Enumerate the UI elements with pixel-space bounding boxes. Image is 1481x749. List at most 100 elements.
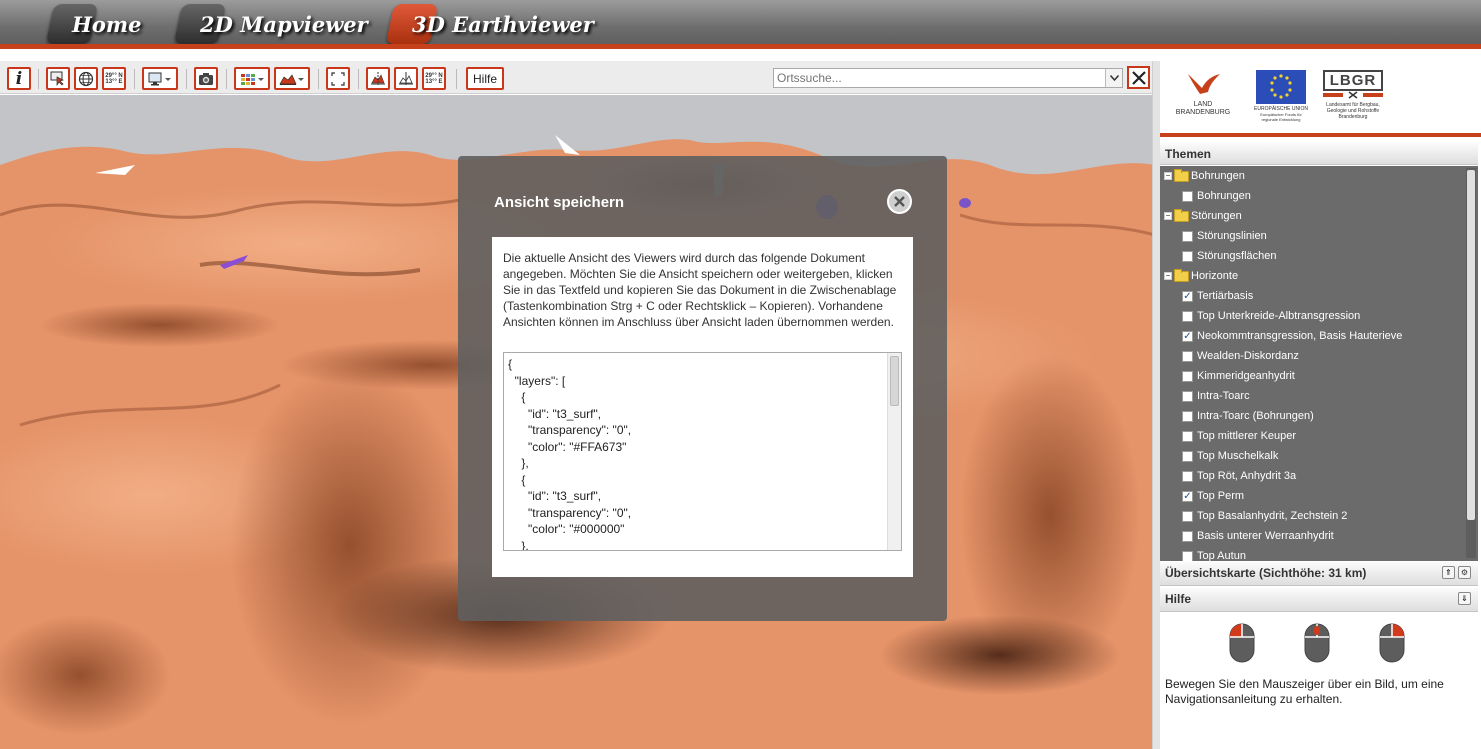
tree-layer[interactable]: Basis unterer Werraanhydrit bbox=[1160, 526, 1466, 546]
layer-checkbox[interactable] bbox=[1182, 190, 1193, 202]
scrollbar-thumb[interactable] bbox=[1467, 170, 1475, 520]
dialog-description: Die aktuelle Ansicht des Viewers wird du… bbox=[503, 251, 897, 329]
layer-checkbox[interactable] bbox=[1182, 450, 1193, 462]
clear-search-button[interactable] bbox=[1127, 66, 1150, 89]
tree-item-label: Neokommtransgression, Basis Hauterieve bbox=[1197, 330, 1403, 342]
tree-item-label: Horizonte bbox=[1191, 270, 1239, 282]
layer-checkbox[interactable] bbox=[1182, 250, 1193, 262]
layer-checkbox[interactable]: ✓ bbox=[1182, 490, 1193, 502]
panel-splitter[interactable] bbox=[1152, 61, 1160, 749]
settings-gear-icon[interactable]: ⚙ bbox=[1458, 566, 1471, 579]
layer-checkbox[interactable] bbox=[1182, 390, 1193, 402]
tree-layer[interactable]: Top Basalanhydrit, Zechstein 2 bbox=[1160, 506, 1466, 526]
layer-checkbox[interactable] bbox=[1182, 530, 1193, 542]
tree-layer[interactable]: Wealden-Diskordanz bbox=[1160, 346, 1466, 366]
tab-3d-earthviewer[interactable]: 3D Earthviewer bbox=[385, 4, 594, 44]
tab-2d-mapviewer[interactable]: 2D Mapviewer bbox=[173, 4, 368, 44]
tree-layer[interactable]: Bohrungen bbox=[1160, 186, 1466, 206]
layer-checkbox[interactable]: ✓ bbox=[1182, 290, 1193, 302]
collapse-toggle-icon[interactable]: − bbox=[1164, 272, 1172, 280]
coordinates-button[interactable]: 29°° N 13°° E bbox=[102, 67, 126, 90]
tree-layer[interactable]: Störungslinien bbox=[1160, 226, 1466, 246]
tree-layer[interactable]: ✓ Neokommtransgression, Basis Hauterieve bbox=[1160, 326, 1466, 346]
screenshot-button[interactable] bbox=[194, 67, 218, 90]
overview-map-header[interactable]: Übersichtskarte (Sichthöhe: 31 km) ⇑ ⚙ bbox=[1160, 562, 1478, 586]
layer-checkbox[interactable] bbox=[1182, 410, 1193, 422]
layer-grid-dropdown-button[interactable] bbox=[234, 67, 270, 90]
full-extent-button[interactable] bbox=[326, 67, 350, 90]
tree-item-label: Top mittlerer Keuper bbox=[1197, 430, 1297, 442]
toolbar-divider bbox=[134, 69, 135, 89]
toolbar-divider bbox=[456, 69, 457, 89]
tree-layer[interactable]: Top Röt, Anhydrit 3a bbox=[1160, 466, 1466, 486]
view-document-text[interactable]: { "layers": [ { "id": "t3_surf", "transp… bbox=[504, 353, 901, 550]
tab-2d-mapviewer-label: 2D Mapviewer bbox=[200, 11, 368, 37]
select-button[interactable] bbox=[46, 67, 70, 90]
tree-layer[interactable]: Intra-Toarc (Bohrungen) bbox=[1160, 406, 1466, 426]
profile-dropdown-button[interactable] bbox=[274, 67, 310, 90]
dialog-close-button[interactable] bbox=[887, 189, 912, 214]
tab-3d-earthviewer-label: 3D Earthviewer bbox=[412, 11, 594, 37]
cross-section-button[interactable] bbox=[394, 67, 418, 90]
collapse-up-icon[interactable]: ⇑ bbox=[1442, 566, 1455, 579]
close-icon bbox=[1131, 70, 1146, 85]
tree-layer[interactable]: Top mittlerer Keuper bbox=[1160, 426, 1466, 446]
tree-group[interactable]: − Horizonte bbox=[1160, 266, 1466, 286]
layer-checkbox[interactable] bbox=[1182, 230, 1193, 242]
layer-checkbox[interactable] bbox=[1182, 430, 1193, 442]
scrollbar-thumb[interactable] bbox=[890, 356, 899, 406]
globe-button[interactable] bbox=[74, 67, 98, 90]
layer-checkbox[interactable] bbox=[1182, 310, 1193, 322]
tree-layer[interactable]: Kimmeridgeanhydrit bbox=[1160, 366, 1466, 386]
tree-layer[interactable]: Top Autun bbox=[1160, 546, 1466, 561]
tree-layer[interactable]: ✓ Tertiärbasis bbox=[1160, 286, 1466, 306]
mouse-right-click-icon[interactable] bbox=[1379, 623, 1405, 666]
help-button[interactable]: Hilfe bbox=[466, 67, 504, 90]
coord-label: 13°° E bbox=[105, 78, 123, 85]
tree-layer[interactable]: Top Muschelkalk bbox=[1160, 446, 1466, 466]
help-panel: Bewegen Sie den Mauszeiger über ein Bild… bbox=[1160, 613, 1478, 749]
textarea-scrollbar[interactable] bbox=[887, 353, 901, 550]
tree-layer[interactable]: Top Unterkreide-Albtransgression bbox=[1160, 306, 1466, 326]
hammer-icon bbox=[1323, 91, 1383, 99]
monitor-dropdown-button[interactable] bbox=[142, 67, 178, 90]
tree-layer[interactable]: Störungsflächen bbox=[1160, 246, 1466, 266]
location-search-input[interactable] bbox=[774, 69, 1104, 87]
location-search[interactable] bbox=[773, 68, 1123, 88]
tree-item-label: Intra-Toarc bbox=[1197, 390, 1250, 402]
coordinates-button-2[interactable]: 29°° N 13°° E bbox=[422, 67, 446, 90]
tab-home-label: Home bbox=[72, 11, 142, 37]
view-document-textarea[interactable]: { "layers": [ { "id": "t3_surf", "transp… bbox=[503, 352, 902, 551]
layer-checkbox[interactable] bbox=[1182, 510, 1193, 522]
collapse-down-icon[interactable]: ⇓ bbox=[1458, 592, 1471, 605]
eu-logo: EUROPÄISCHE UNION Europäischer Fonds für… bbox=[1253, 70, 1309, 122]
help-header[interactable]: Hilfe ⇓ bbox=[1160, 588, 1478, 612]
mouse-left-click-icon[interactable] bbox=[1229, 623, 1255, 666]
toolbar-divider bbox=[186, 69, 187, 89]
toolbar-divider bbox=[318, 69, 319, 89]
layer-checkbox[interactable] bbox=[1182, 370, 1193, 382]
info-button[interactable]: i bbox=[7, 67, 31, 90]
tree-layer[interactable]: Intra-Toarc bbox=[1160, 386, 1466, 406]
logo-bar: LAND BRANDENBURG EUROPÄISCHE UNION Europ… bbox=[1160, 61, 1481, 137]
tree-layer[interactable]: ✓ Top Perm bbox=[1160, 486, 1466, 506]
mouse-wheel-icon[interactable] bbox=[1304, 623, 1330, 666]
layer-checkbox[interactable] bbox=[1182, 550, 1193, 561]
layer-checkbox[interactable]: ✓ bbox=[1182, 330, 1193, 342]
lbgr-title: LBGR bbox=[1323, 70, 1383, 91]
tab-home[interactable]: Home bbox=[45, 4, 160, 44]
collapse-toggle-icon[interactable]: − bbox=[1164, 172, 1172, 180]
tree-group[interactable]: − Störungen bbox=[1160, 206, 1466, 226]
layer-checkbox[interactable] bbox=[1182, 350, 1193, 362]
cut-plane-button[interactable] bbox=[366, 67, 390, 90]
tree-group[interactable]: − Bohrungen bbox=[1160, 166, 1466, 186]
toolbar-divider bbox=[358, 69, 359, 89]
themes-scrollbar[interactable] bbox=[1466, 168, 1476, 558]
grid-icon bbox=[241, 73, 264, 85]
collapse-toggle-icon[interactable]: − bbox=[1164, 212, 1172, 220]
overview-map-title: Übersichtskarte (Sichthöhe: 31 km) bbox=[1165, 566, 1367, 580]
search-dropdown-toggle[interactable] bbox=[1105, 69, 1122, 87]
tree-item-label: Störungslinien bbox=[1197, 230, 1267, 242]
save-view-dialog: Ansicht speichern Die aktuelle Ansicht d… bbox=[458, 156, 947, 621]
layer-checkbox[interactable] bbox=[1182, 470, 1193, 482]
